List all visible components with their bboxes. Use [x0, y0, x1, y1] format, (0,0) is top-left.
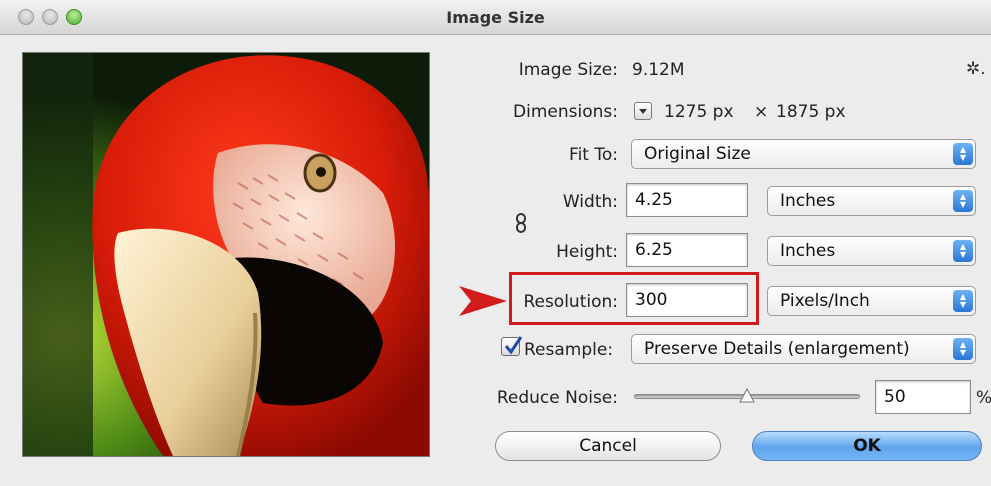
parrot-preview-image [23, 53, 429, 456]
select-arrows-icon: ▲ ▼ [953, 143, 973, 165]
gear-icon[interactable]: ✲. [966, 59, 986, 79]
checkmark-icon [504, 336, 523, 355]
link-chain-icon[interactable] [514, 213, 528, 238]
select-arrows-icon: ▲ ▼ [953, 338, 973, 360]
select-arrows-icon: ▲ ▼ [953, 290, 973, 312]
resample-select[interactable]: Preserve Details (enlargement) ▲ ▼ [631, 334, 976, 364]
resample-checkbox[interactable] [501, 336, 523, 356]
ok-button[interactable]: OK [752, 431, 982, 461]
select-arrows-icon: ▲ ▼ [953, 240, 973, 262]
fit-to-label: Fit To: [569, 145, 618, 165]
reduce-noise-unit: % [976, 388, 991, 408]
image-size-dialog: Image Size Image Size: 9.12M ✲. Dimensio… [0, 0, 991, 486]
resample-value: Preserve Details (enlargement) [644, 339, 910, 359]
height-input[interactable]: 6.25 [626, 233, 748, 267]
dimensions-label: Dimensions: [513, 102, 618, 122]
dimensions-width: 1275 px [664, 102, 734, 122]
fit-to-select[interactable]: Original Size ▲ ▼ [631, 139, 976, 169]
resolution-label: Resolution: [523, 292, 618, 312]
width-unit-select[interactable]: Inches ▲ ▼ [767, 186, 976, 216]
dropdown-menu-icon[interactable] [634, 102, 652, 120]
width-label: Width: [562, 192, 618, 212]
title-bar: Image Size [0, 0, 991, 35]
cancel-button[interactable]: Cancel [495, 431, 721, 461]
height-label: Height: [556, 242, 618, 262]
width-input[interactable]: 4.25 [626, 183, 748, 217]
resolution-unit-value: Pixels/Inch [780, 291, 870, 311]
resolution-input[interactable]: 300 [626, 283, 748, 317]
height-unit-value: Inches [780, 241, 836, 261]
resolution-unit-select[interactable]: Pixels/Inch ▲ ▼ [767, 286, 976, 316]
image-size-label: Image Size: [518, 60, 618, 80]
image-size-value: 9.12M [632, 60, 685, 80]
slider-thumb[interactable] [739, 388, 755, 404]
reduce-noise-input[interactable]: 50 [875, 380, 971, 414]
dimensions-times: × [754, 102, 769, 122]
select-arrows-icon: ▲ ▼ [953, 190, 973, 212]
reduce-noise-label: Reduce Noise: [496, 388, 618, 408]
width-unit-value: Inches [780, 191, 836, 211]
fit-to-value: Original Size [644, 144, 751, 164]
dimensions-height: 1875 px [776, 102, 846, 122]
height-unit-select[interactable]: Inches ▲ ▼ [767, 236, 976, 266]
resample-label: Resample: [524, 340, 614, 360]
image-preview[interactable] [22, 52, 430, 457]
window-title: Image Size [446, 8, 545, 27]
